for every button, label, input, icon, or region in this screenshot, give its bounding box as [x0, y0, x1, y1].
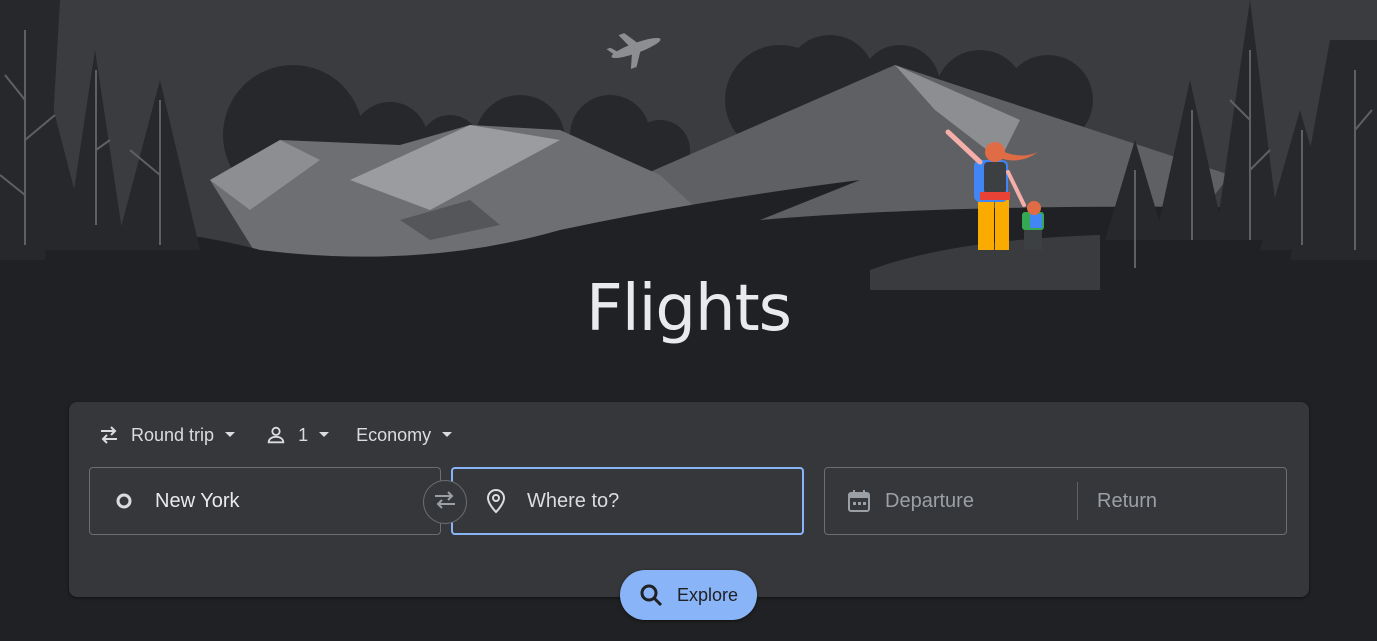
search-icon — [639, 583, 663, 607]
origin-field[interactable]: New York — [89, 467, 441, 535]
return-date-input[interactable]: Return — [1097, 490, 1157, 513]
search-panel: Round trip 1 Economy New York Where to? … — [69, 402, 1309, 597]
search-options: Round trip 1 Economy — [97, 420, 459, 450]
trip-type-label: Round trip — [131, 424, 215, 445]
swap-arrows-icon — [97, 423, 121, 447]
origin-value: New York — [155, 489, 240, 512]
date-divider — [1077, 482, 1078, 520]
location-pin-icon — [485, 488, 507, 514]
swap-locations-button[interactable] — [423, 480, 467, 524]
person-icon — [264, 423, 288, 447]
passengers-dropdown[interactable]: 1 — [264, 423, 336, 447]
chevron-down-icon — [218, 423, 242, 447]
chevron-down-icon — [435, 423, 459, 447]
chevron-down-icon — [312, 423, 336, 447]
destination-field[interactable] — [451, 467, 804, 535]
destination-input[interactable] — [525, 488, 789, 514]
trip-type-dropdown[interactable]: Round trip — [97, 423, 242, 447]
passengers-count: 1 — [298, 424, 309, 445]
hero-illustration — [0, 0, 1377, 290]
origin-circle-icon — [114, 492, 134, 510]
cabin-class-label: Economy — [356, 424, 432, 445]
page-title: Flights — [586, 272, 792, 346]
calendar-icon — [847, 488, 871, 514]
departure-date-input[interactable]: Departure — [885, 490, 1077, 513]
dates-field[interactable]: Departure Return — [824, 467, 1287, 535]
explore-label: Explore — [676, 584, 739, 605]
cabin-class-dropdown[interactable]: Economy — [356, 423, 459, 447]
explore-button[interactable]: Explore — [620, 570, 757, 620]
swap-arrows-icon — [432, 489, 458, 516]
